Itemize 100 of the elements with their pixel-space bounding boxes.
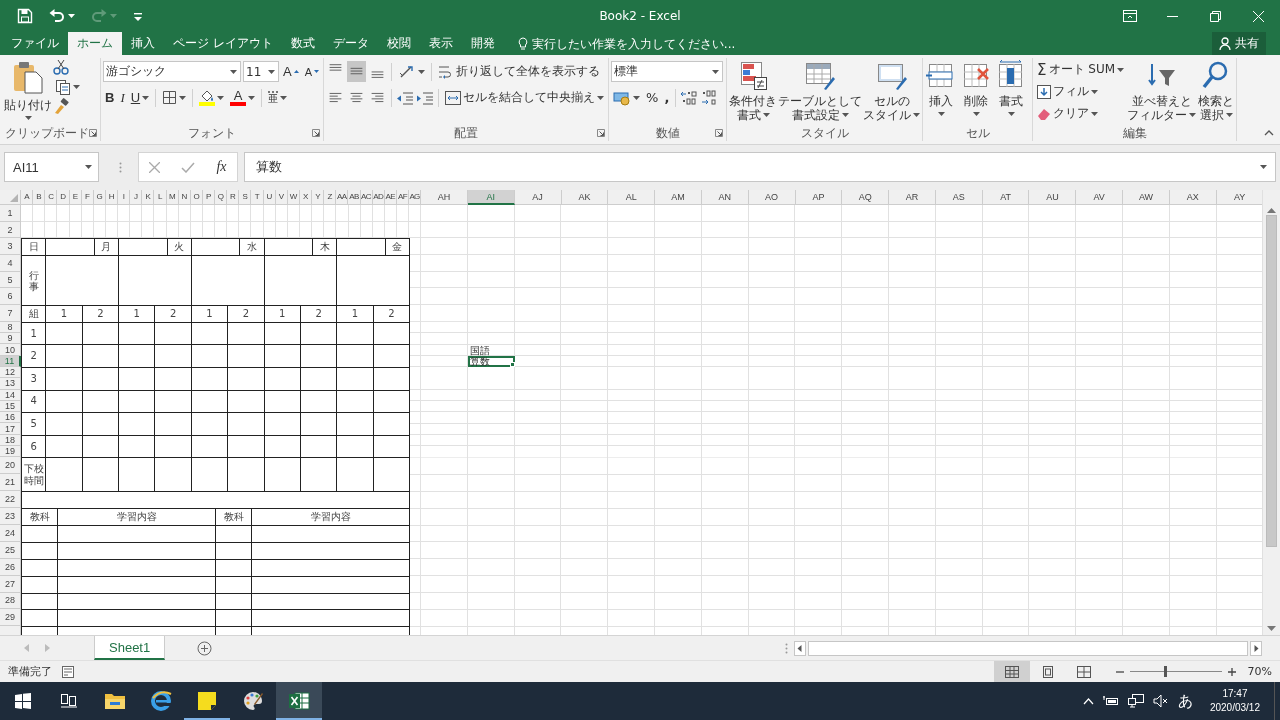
caret-icon[interactable]	[972, 112, 980, 116]
row-header[interactable]: 10	[0, 344, 21, 356]
number-format-field[interactable]: 標準	[611, 61, 723, 82]
battery-icon[interactable]	[1102, 695, 1119, 707]
merge-center-button[interactable]: セルを結合して中央揃え	[443, 87, 606, 108]
caret-icon[interactable]	[1117, 67, 1125, 72]
column-header[interactable]: AR	[889, 190, 936, 205]
column-header[interactable]: R	[227, 190, 240, 205]
paste-button[interactable]: 貼り付け	[4, 58, 52, 120]
row-header[interactable]: 12	[0, 367, 21, 379]
increase-decimal-icon[interactable]	[680, 89, 699, 106]
collapse-ribbon-icon[interactable]	[1264, 130, 1274, 136]
caret-icon[interactable]	[85, 165, 92, 169]
caret-icon[interactable]	[937, 112, 945, 116]
ribbon-tab[interactable]: 挿入	[122, 32, 164, 55]
column-header[interactable]: AS	[935, 190, 983, 205]
column-header[interactable]: AT	[982, 190, 1030, 205]
ribbon-tab[interactable]: 表示	[419, 32, 462, 55]
caret-icon[interactable]	[1091, 89, 1098, 94]
scroll-left-icon[interactable]	[794, 640, 807, 656]
taskbar-app-button[interactable]	[276, 682, 322, 720]
column-header[interactable]: K	[142, 190, 155, 205]
zoom-level[interactable]: 70%	[1236, 665, 1272, 678]
column-header[interactable]: AB	[348, 190, 361, 205]
column-header[interactable]: AL	[608, 190, 656, 205]
caret-icon[interactable]	[1225, 113, 1233, 117]
horizontal-scroll-thumb[interactable]	[808, 640, 1248, 656]
row-header[interactable]: 13	[0, 378, 21, 390]
ribbon-tab[interactable]: ページ レイアウト	[164, 32, 282, 55]
scroll-thumb[interactable]	[1266, 215, 1277, 547]
column-header[interactable]: AI	[467, 190, 515, 205]
caret-icon[interactable]	[633, 95, 640, 100]
ribbon-tab[interactable]: 校閲	[377, 32, 420, 55]
sheet-cell[interactable]: 国語	[467, 344, 515, 356]
dialog-launcher-icon[interactable]	[89, 129, 97, 137]
column-header[interactable]: AA	[336, 190, 349, 205]
dialog-launcher-icon[interactable]	[715, 129, 723, 137]
cell-style-button[interactable]: セルの スタイル	[863, 58, 920, 122]
row-header[interactable]: 19	[0, 446, 21, 458]
row-header[interactable]: 20	[0, 457, 21, 475]
macro-record-icon[interactable]	[62, 665, 74, 678]
clock-date[interactable]: 2020/03/12	[1209, 701, 1260, 715]
conditional-style-button[interactable]: 条件付き 書式	[729, 58, 777, 122]
caret-icon[interactable]	[1189, 113, 1197, 117]
caret-icon[interactable]	[217, 95, 225, 100]
column-header[interactable]: AG	[409, 190, 422, 205]
column-header[interactable]: Y	[312, 190, 325, 205]
ime-indicator[interactable]: あ	[1177, 691, 1193, 711]
column-header[interactable]: S	[239, 190, 252, 205]
column-header[interactable]: I	[118, 190, 131, 205]
column-header[interactable]: AJ	[514, 190, 562, 205]
column-header[interactable]: J	[130, 190, 143, 205]
sort-filter-button[interactable]: 並べ替えと フィルター	[1127, 58, 1197, 122]
row-header[interactable]: 14	[0, 389, 21, 401]
ribbon-tab[interactable]: 数式	[281, 32, 324, 55]
column-header[interactable]: Q	[215, 190, 228, 205]
caret-icon[interactable]	[280, 95, 288, 100]
caret-icon[interactable]	[142, 95, 150, 100]
cut-icon[interactable]	[53, 59, 69, 75]
caret-icon[interactable]	[24, 116, 32, 120]
caret-icon[interactable]	[913, 113, 920, 117]
row-header[interactable]: 1	[0, 205, 21, 222]
caret-icon[interactable]	[68, 14, 75, 18]
add-sheet-icon[interactable]	[197, 640, 213, 656]
row-header[interactable]: 9	[0, 333, 21, 345]
name-box[interactable]: AI11	[4, 152, 99, 182]
row-header[interactable]: 22	[0, 491, 21, 509]
scroll-down-icon[interactable]	[1267, 626, 1276, 632]
row-header[interactable]: 17	[0, 423, 21, 435]
column-header[interactable]: D	[57, 190, 70, 205]
column-header[interactable]: L	[154, 190, 167, 205]
column-header[interactable]: AU	[1029, 190, 1077, 205]
row-header[interactable]: 7	[0, 305, 21, 322]
column-header[interactable]: AQ	[842, 190, 890, 205]
row-header[interactable]: 3	[0, 238, 21, 256]
bold-button[interactable]: B	[103, 87, 117, 108]
caret-icon[interactable]	[179, 95, 187, 100]
decrease-indent-icon[interactable]	[396, 89, 414, 106]
network-icon[interactable]	[1127, 694, 1144, 708]
column-header[interactable]: C	[45, 190, 58, 205]
chevron-up-icon[interactable]	[1082, 697, 1094, 705]
column-header[interactable]: Z	[324, 190, 337, 205]
fill-button[interactable]: フィル	[1035, 81, 1127, 102]
column-header[interactable]: AM	[655, 190, 702, 205]
caret-icon[interactable]	[73, 84, 80, 89]
font-name-field[interactable]: 游ゴシック	[103, 61, 241, 82]
column-header[interactable]: AP	[795, 190, 843, 205]
table-style-button[interactable]: テーブルとして 書式設定	[778, 58, 862, 122]
row-header[interactable]: 6	[0, 288, 21, 306]
caret-icon[interactable]	[712, 69, 719, 74]
normal-view-button[interactable]	[994, 661, 1030, 682]
increase-indent-icon[interactable]	[416, 89, 434, 106]
caret-icon[interactable]	[1007, 112, 1015, 116]
caret-icon[interactable]	[762, 113, 770, 117]
column-header[interactable]: T	[251, 190, 264, 205]
caret-icon[interactable]	[841, 113, 849, 117]
tell-me-field[interactable]: 実行したい作業を入力してください...	[531, 36, 747, 51]
column-header[interactable]: B	[33, 190, 46, 205]
speaker-muted-icon[interactable]	[1152, 694, 1169, 708]
dialog-launcher-icon[interactable]	[312, 129, 321, 137]
